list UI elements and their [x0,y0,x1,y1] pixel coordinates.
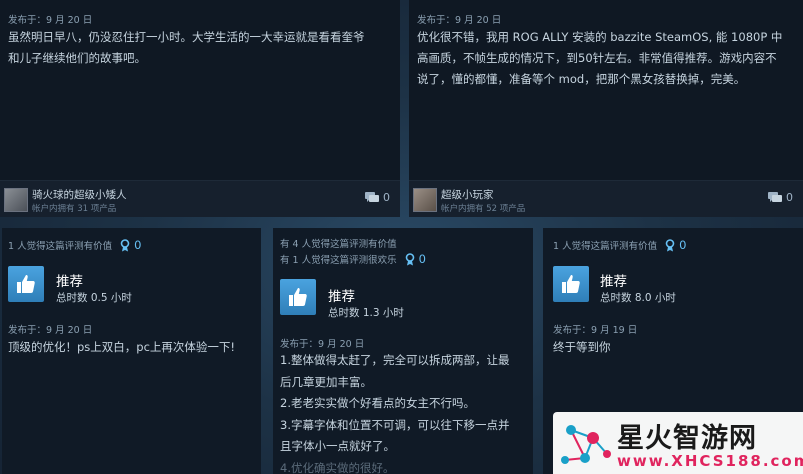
funny-count: 有 1 人觉得这篇评测很欢乐 0 [280,252,426,266]
review-card: 有 4 人觉得这篇评测有价值 有 1 人觉得这篇评测很欢乐 0 推荐 总时数 1… [273,228,533,474]
award-count: 0 [679,238,687,252]
award-button[interactable]: 0 [405,252,426,266]
review-line: 和儿子继续他们的故事吧。 [8,51,146,65]
review-line: 4.优化确实做的很好。 [280,460,395,474]
review-text: 虽然明日早八，仍没忍住打一小时。大学生活的一大幸运就是看看奎爷 和儿子继续他们的… [8,27,396,69]
posted-date: 发布于：9 月 20 日 [417,15,502,26]
watermark-url: www.XHCS188.com [617,452,803,470]
review-line: 终于等到你 [553,340,611,354]
posted-date: 发布于：9 月 19 日 [553,325,638,336]
review-line: 1.整体做得太赶了，完全可以拆成两部，让最 [280,353,510,367]
watermark-title: 星火智游网 [617,423,757,454]
review-card: 发布于：9 月 20 日 优化很不错，我用 ROG ALLY 安装的 bazzi… [409,0,803,217]
comment-icon [365,191,379,202]
review-line: 2.老老实实做个好看点的女主不行吗。 [280,396,475,410]
review-line: 且字体小一点就好了。 [280,439,395,453]
review-text: 优化很不错，我用 ROG ALLY 安装的 bazzite SteamOS, 能… [417,27,799,90]
comment-count: 0 [786,191,793,204]
review-line: 后几章更加丰富。 [280,374,372,389]
user-name[interactable]: 超级小玩家 [441,187,494,202]
review-line: 顶级的优化！ps上双白，pc上再次体验一下! [8,340,236,354]
playtime-hours: 总时数 1.3 小时 [328,307,404,319]
product-count: 帐户内拥有 52 项产品 [441,204,526,214]
review-footer: 骑火球的超级小矮人 帐户内拥有 31 项产品 0 [0,180,400,217]
review-text: 1.整体做得太赶了，完全可以拆成两部，让最 后几章更加丰富。 2.老老实实做个好… [280,350,530,474]
award-icon [405,252,414,265]
helpful-count: 1 人觉得这篇评测有价值 0 [553,238,687,252]
playtime-hours: 总时数 8.0 小时 [600,292,676,304]
review-card: 发布于：9 月 20 日 虽然明日早八，仍没忍住打一小时。大学生活的一大幸运就是… [0,0,400,217]
review-footer: 超级小玩家 帐户内拥有 52 项产品 0 [409,180,803,217]
review-line: 说了，懂的都懂，准备等个 mod，把那个黑女孩替换掉，完美。 [417,72,746,86]
thumbs-up-icon [280,279,316,315]
review-card: 1 人觉得这篇评测有价值 0 推荐 总时数 0.5 小时 发布于：9 月 20 … [2,228,261,474]
review-text: 终于等到你 [553,337,798,358]
review-text: 顶级的优化！ps上双白，pc上再次体验一下! [8,337,258,358]
recommendation-label: 推荐 [56,274,83,290]
comment-button[interactable]: 0 [365,191,390,204]
posted-date: 发布于：9 月 20 日 [280,339,365,350]
comment-icon [768,191,782,202]
review-line: 优化很不错，我用 ROG ALLY 安装的 bazzite SteamOS, 能… [417,30,783,44]
network-logo-icon [561,425,611,464]
award-icon [665,238,675,251]
posted-date: 发布于：9 月 20 日 [8,15,93,26]
award-count: 0 [418,252,426,266]
review-line: 高画质，不帧生成的情况下，到50针左右。非常值得推荐。游戏内容不 [417,51,777,65]
posted-date: 发布于：9 月 20 日 [8,325,93,336]
helpful-count: 有 4 人觉得这篇评测有价值 [280,239,397,250]
helpful-count: 1 人觉得这篇评测有价值 0 [8,238,142,252]
award-count: 0 [134,238,142,252]
award-icon [120,238,130,251]
recommendation-label: 推荐 [600,274,627,290]
award-button[interactable]: 0 [665,238,686,252]
user-name[interactable]: 骑火球的超级小矮人 [32,187,127,202]
avatar[interactable] [413,188,437,212]
product-count: 帐户内拥有 31 项产品 [32,204,117,214]
avatar[interactable] [4,188,28,212]
recommendation-label: 推荐 [328,289,355,305]
comment-count: 0 [383,191,390,204]
review-line: 3.字幕字体和位置不可调，可以往下移一点并 [280,417,510,432]
playtime-hours: 总时数 0.5 小时 [56,292,132,304]
thumbs-up-icon [8,266,44,302]
comment-button[interactable]: 0 [768,191,793,204]
thumbs-up-icon [553,266,589,302]
site-watermark: 星火智游网 www.XHCS188.com [553,412,803,474]
award-button[interactable]: 0 [120,238,141,252]
review-line: 虽然明日早八，仍没忍住打一小时。大学生活的一大幸运就是看看奎爷 [8,30,365,44]
